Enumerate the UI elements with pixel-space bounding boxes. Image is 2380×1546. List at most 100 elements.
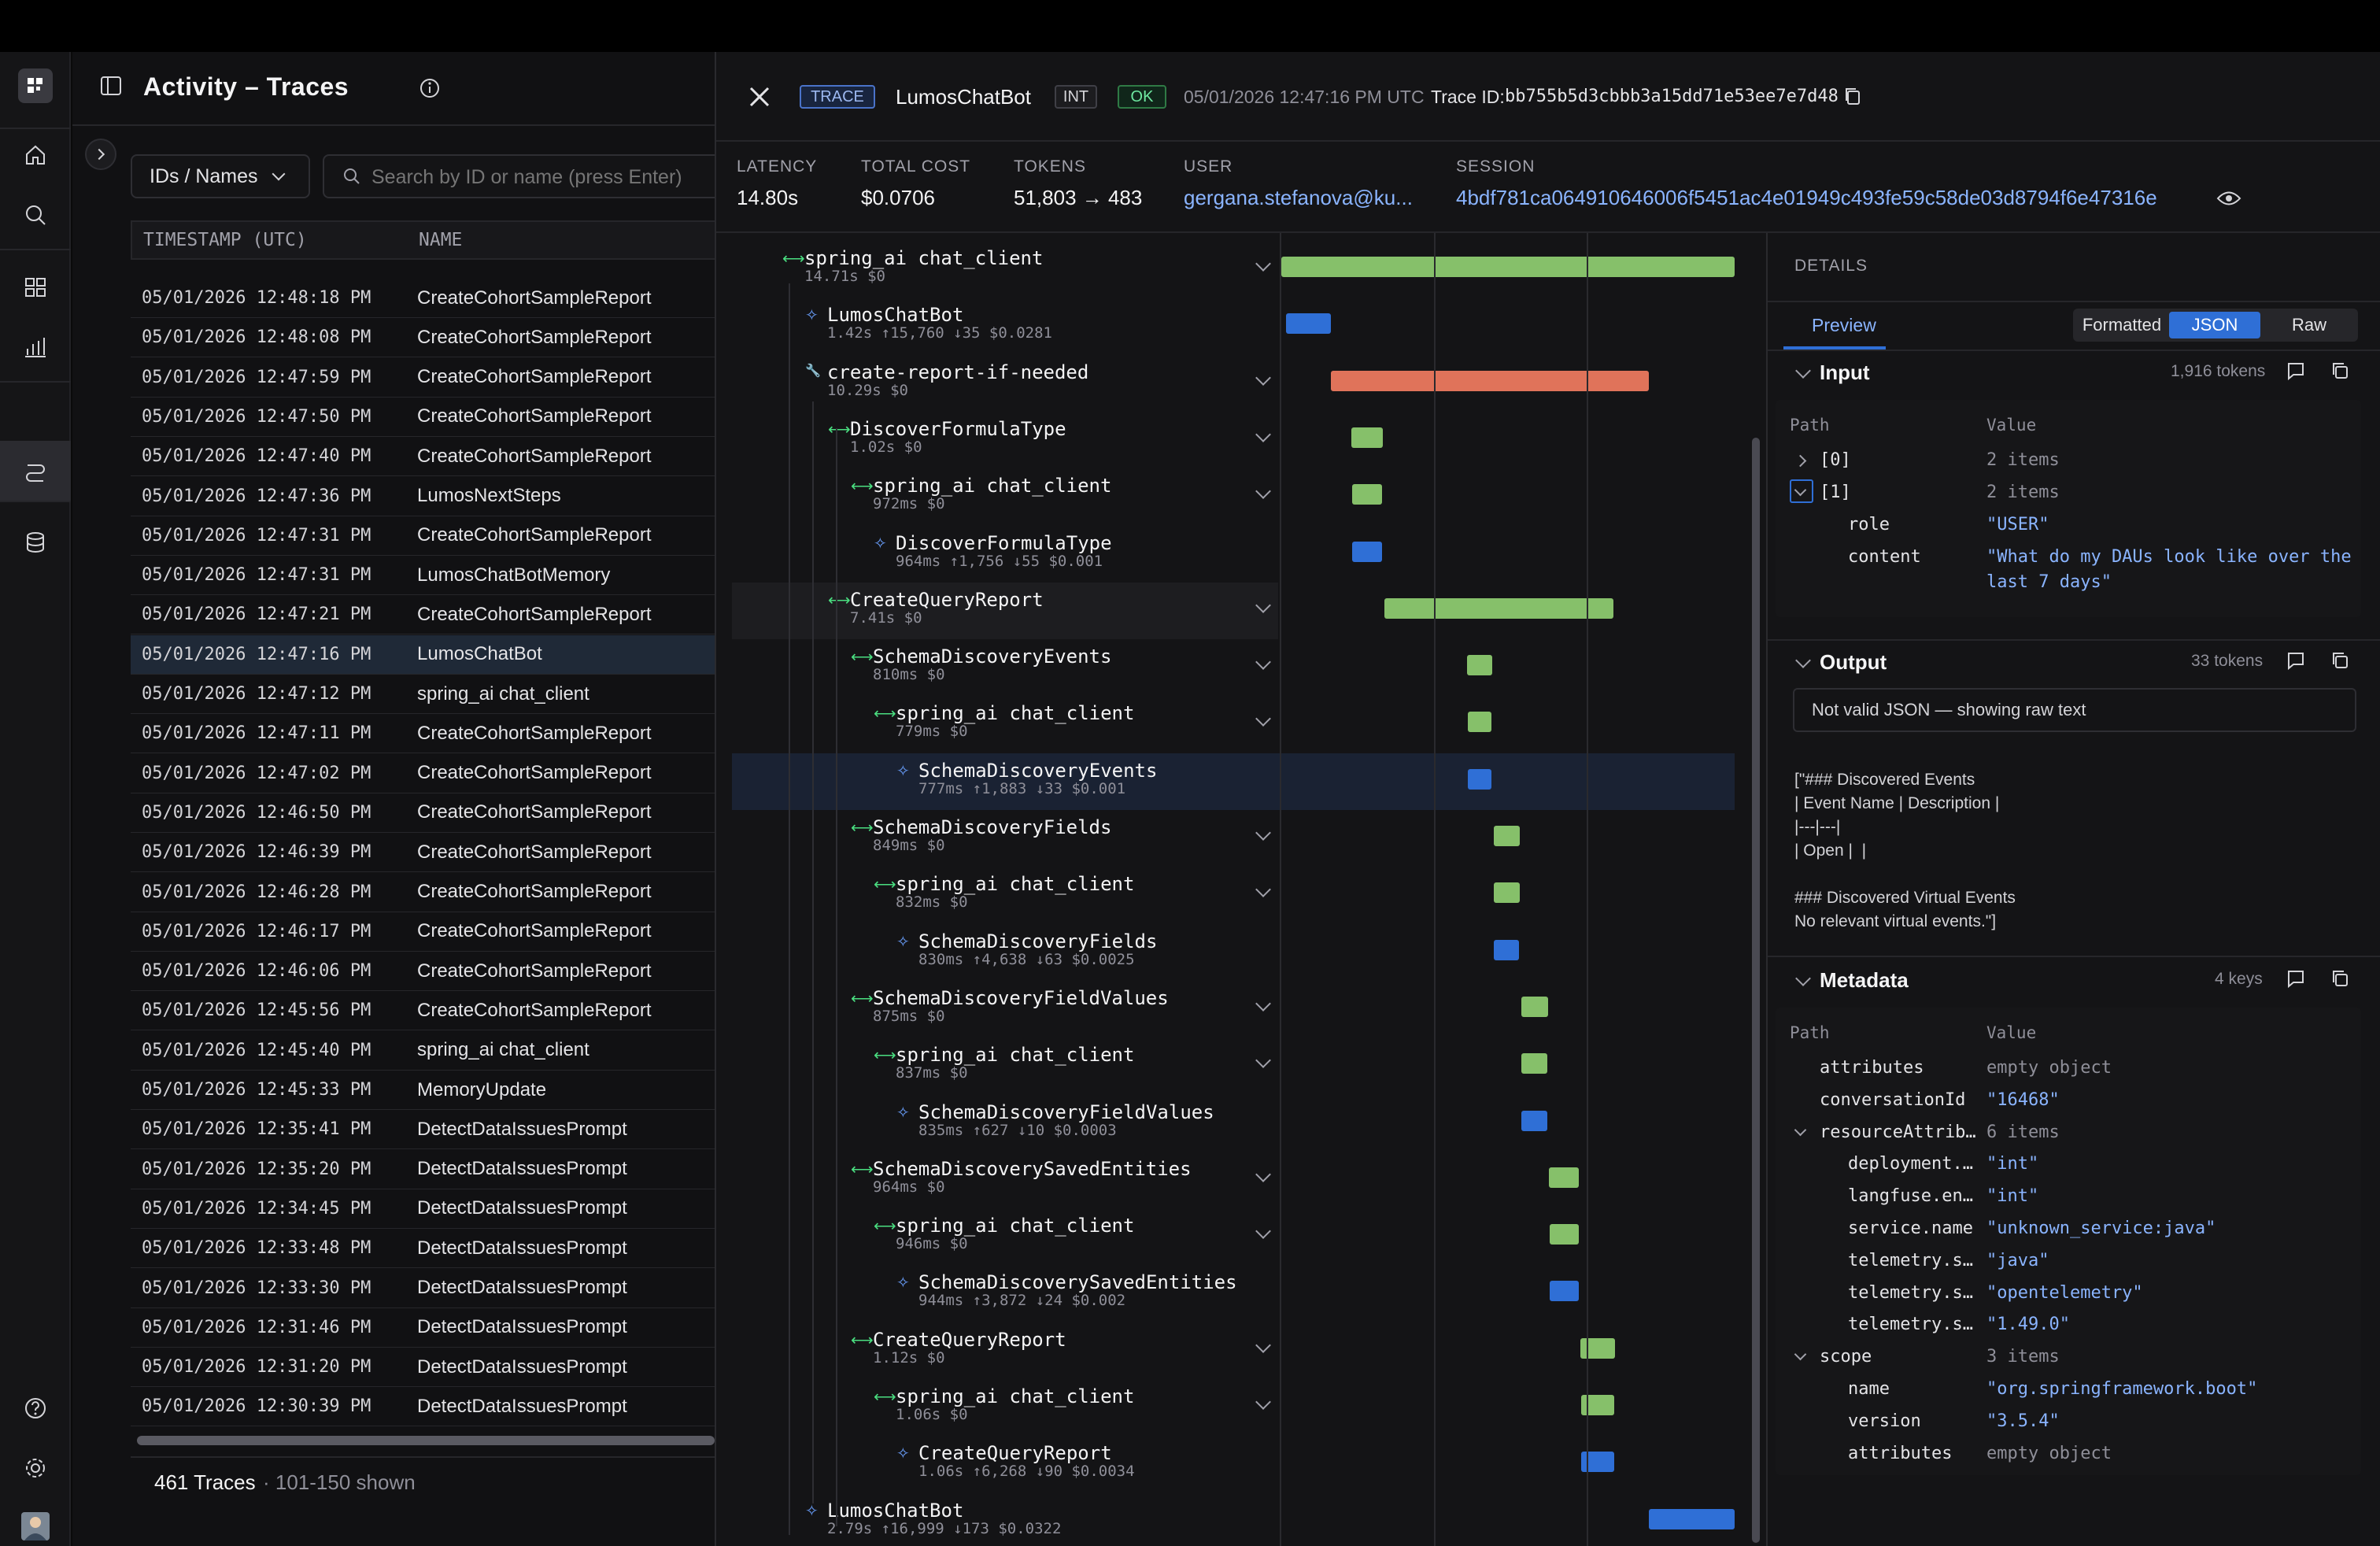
span-name[interactable]: DiscoverFormulaType [850, 418, 1066, 440]
span-name[interactable]: SchemaDiscoveryFieldValues [873, 987, 1169, 1009]
table-row[interactable]: 05/01/2026 12:33:48 PM DetectDataIssuesPr… [131, 1229, 715, 1269]
timeline-bar[interactable] [1351, 427, 1383, 448]
table-row[interactable]: 05/01/2026 12:45:33 PM MemoryUpdate [131, 1071, 715, 1110]
copy-icon[interactable] [2330, 968, 2350, 993]
span-name[interactable]: SchemaDiscoveryEvents [873, 645, 1111, 668]
span-name[interactable]: create-report-if-needed [827, 361, 1088, 383]
table-row[interactable]: 05/01/2026 12:34:45 PM DetectDataIssuesPr… [131, 1189, 715, 1229]
copy-icon[interactable] [1842, 85, 1864, 111]
tab-preview[interactable]: Preview [1812, 315, 1876, 336]
timeline-bar[interactable] [1467, 768, 1492, 790]
table-row[interactable]: 05/01/2026 12:47:21 PM CreateCohortSample… [131, 595, 715, 635]
span-name[interactable]: SchemaDiscoverySavedEntities [873, 1158, 1192, 1180]
table-row[interactable]: 05/01/2026 12:35:20 PM DetectDataIssuesPr… [131, 1150, 715, 1189]
timeline-bar[interactable] [1550, 1281, 1579, 1302]
table-row[interactable]: 05/01/2026 12:46:06 PM CreateCohortSample… [131, 952, 715, 992]
comment-icon[interactable] [2286, 968, 2306, 993]
span-name[interactable]: CreateQueryReport [918, 1442, 1112, 1464]
close-icon[interactable] [746, 83, 773, 114]
span-name[interactable]: SchemaDiscoveryFieldValues [918, 1101, 1214, 1123]
span-name[interactable]: spring_ai chat_client [896, 702, 1134, 724]
timeline-bar[interactable] [1467, 712, 1492, 733]
copy-icon[interactable] [2330, 361, 2350, 385]
span-name[interactable]: spring_ai chat_client [804, 247, 1043, 269]
timeline-bar[interactable] [1384, 597, 1613, 619]
table-row[interactable]: 05/01/2026 12:46:50 PM CreateCohortSample… [131, 793, 715, 833]
timeline-bar[interactable] [1281, 257, 1735, 277]
comment-icon[interactable] [2286, 361, 2306, 385]
tab-formatted[interactable]: Formatted [2078, 312, 2166, 338]
timeline-bar[interactable] [1521, 1110, 1548, 1131]
table-row[interactable]: 05/01/2026 12:47:59 PM CreateCohortSample… [131, 358, 715, 398]
analytics-icon[interactable] [17, 329, 54, 365]
table-row[interactable]: 05/01/2026 12:48:18 PM CreateCohortSample… [131, 279, 715, 318]
table-row[interactable]: 05/01/2026 12:46:28 PM CreateCohortSample… [131, 873, 715, 912]
table-row[interactable]: 05/01/2026 12:47:16 PM LumosChatBot [131, 634, 715, 675]
span-name[interactable]: LumosChatBot [827, 1500, 963, 1522]
span-name[interactable]: SchemaDiscoveryEvents [918, 760, 1157, 782]
info-icon[interactable] [419, 77, 441, 103]
timeline-bar[interactable] [1467, 655, 1492, 676]
table-row[interactable]: 05/01/2026 12:31:46 PM DetectDataIssuesPr… [131, 1308, 715, 1348]
span-name[interactable]: spring_ai chat_client [896, 1385, 1134, 1407]
horizontal-scrollbar[interactable] [137, 1436, 715, 1445]
search-icon[interactable] [17, 197, 54, 233]
session-link[interactable]: 4bdf781ca064910646006f5451ac4e01949c493f… [1456, 186, 2157, 210]
timeline-bar[interactable] [1521, 1053, 1548, 1074]
table-row[interactable]: 05/01/2026 12:46:17 PM CreateCohortSample… [131, 912, 715, 952]
span-name[interactable]: SchemaDiscoverySavedEntities [918, 1271, 1237, 1293]
timeline-bar[interactable] [1521, 996, 1548, 1017]
span-name[interactable]: CreateQueryReport [873, 1329, 1066, 1351]
settings-gear-icon[interactable] [17, 1450, 54, 1486]
table-row[interactable]: 05/01/2026 12:45:56 PM CreateCohortSample… [131, 991, 715, 1031]
span-name[interactable]: spring_ai chat_client [896, 1044, 1134, 1066]
id-name-filter-dropdown[interactable]: IDs / Names [131, 154, 310, 198]
column-header-timestamp[interactable]: TIMESTAMP (UTC) [132, 230, 419, 250]
home-icon[interactable] [17, 137, 54, 173]
table-row[interactable]: 05/01/2026 12:33:30 PM DetectDataIssuesPr… [131, 1269, 715, 1308]
table-row[interactable]: 05/01/2026 12:47:50 PM CreateCohortSample… [131, 398, 715, 437]
table-row[interactable]: 05/01/2026 12:47:40 PM CreateCohortSample… [131, 437, 715, 477]
database-icon[interactable] [17, 524, 54, 560]
span-name[interactable]: DiscoverFormulaType [896, 532, 1112, 554]
tab-raw[interactable]: Raw [2264, 312, 2355, 338]
timeline-bar[interactable] [1285, 313, 1332, 335]
timeline-bar[interactable] [1580, 1337, 1615, 1359]
table-row[interactable]: 05/01/2026 12:45:40 PM spring_ai chat_cli… [131, 1031, 715, 1071]
expand-chevron-icon[interactable] [85, 139, 116, 170]
help-icon[interactable] [17, 1390, 54, 1426]
span-name[interactable]: LumosChatBot [827, 304, 963, 326]
column-header-name[interactable]: NAME [419, 230, 462, 250]
table-row[interactable]: 05/01/2026 12:47:11 PM CreateCohortSample… [131, 714, 715, 754]
span-name[interactable]: spring_ai chat_client [896, 1215, 1134, 1237]
tab-json[interactable]: JSON [2169, 312, 2260, 338]
user-link[interactable]: gergana.stefanova@ku... [1184, 186, 1413, 210]
timeline-bar[interactable] [1493, 826, 1520, 846]
eye-icon[interactable] [2215, 186, 2243, 211]
table-row[interactable]: 05/01/2026 12:47:31 PM CreateCohortSample… [131, 516, 715, 556]
timeline-bar[interactable] [1549, 1167, 1580, 1188]
user-avatar[interactable] [17, 1508, 54, 1544]
span-scrollbar[interactable] [1752, 438, 1760, 1543]
table-row[interactable]: 05/01/2026 12:35:41 PM DetectDataIssuesPr… [131, 1110, 715, 1150]
comment-icon[interactable] [2286, 650, 2306, 675]
timeline-bar[interactable] [1352, 541, 1382, 562]
table-row[interactable]: 05/01/2026 12:47:31 PM LumosChatBotMemory [131, 556, 715, 596]
span-name[interactable]: spring_ai chat_client [896, 873, 1134, 895]
table-row[interactable]: 05/01/2026 12:48:08 PM CreateCohortSample… [131, 318, 715, 358]
copy-icon[interactable] [2330, 650, 2350, 675]
dashboard-icon[interactable] [17, 269, 54, 305]
span-name[interactable]: spring_ai chat_client [873, 475, 1111, 497]
table-row[interactable]: 05/01/2026 12:31:20 PM DetectDataIssuesPr… [131, 1348, 715, 1388]
table-row[interactable]: 05/01/2026 12:47:02 PM CreateCohortSample… [131, 754, 715, 793]
table-row[interactable]: 05/01/2026 12:47:12 PM spring_ai chat_cli… [131, 675, 715, 714]
search-input[interactable] [371, 164, 710, 190]
panel-toggle-icon[interactable] [99, 74, 123, 102]
span-name[interactable]: CreateQueryReport [850, 589, 1044, 611]
span-name[interactable]: SchemaDiscoveryFields [918, 930, 1157, 952]
timeline-bar[interactable] [1494, 939, 1520, 960]
timeline-bar[interactable] [1494, 882, 1520, 904]
timeline-bar[interactable] [1550, 1224, 1579, 1245]
timeline-bar[interactable] [1352, 484, 1383, 505]
table-row[interactable]: 05/01/2026 12:46:39 PM CreateCohortSample… [131, 833, 715, 873]
